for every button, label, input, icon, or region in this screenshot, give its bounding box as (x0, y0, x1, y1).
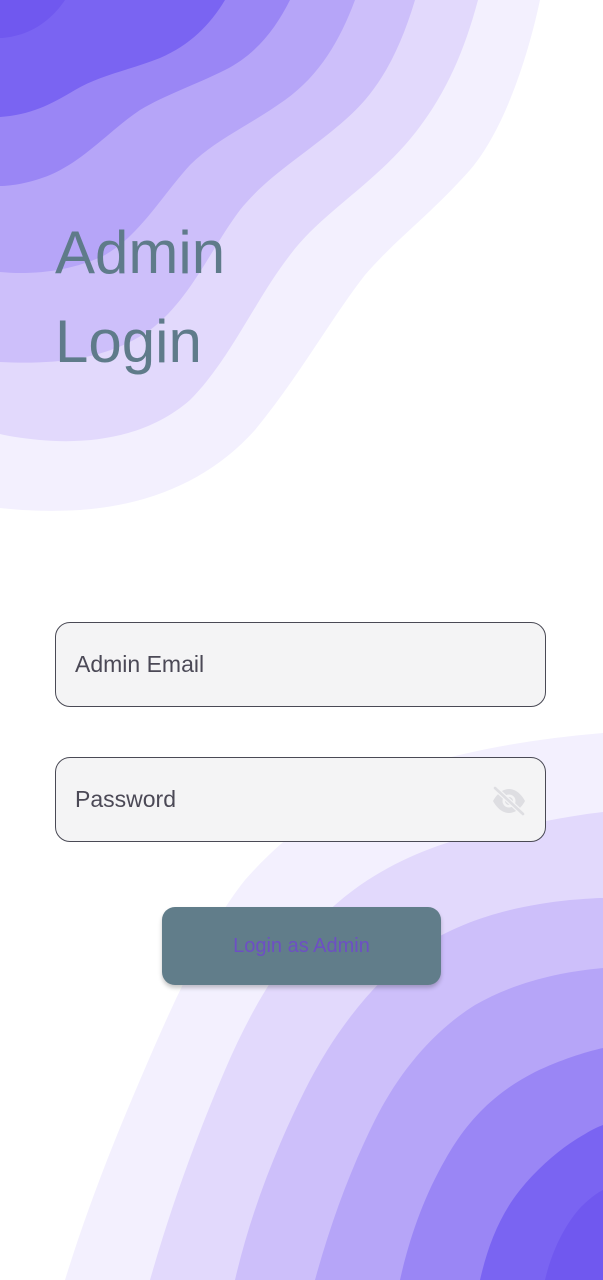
password-field[interactable] (55, 757, 546, 842)
password-input[interactable] (56, 758, 475, 841)
page-title-line-2: Login (55, 308, 202, 375)
page-title-line-1: Admin (55, 219, 226, 286)
email-input[interactable] (56, 623, 475, 706)
visibility-off-icon[interactable] (491, 785, 527, 817)
login-as-admin-button[interactable]: Login as Admin (162, 907, 441, 985)
page-title: Admin Login (55, 208, 375, 386)
email-field[interactable] (55, 622, 546, 707)
